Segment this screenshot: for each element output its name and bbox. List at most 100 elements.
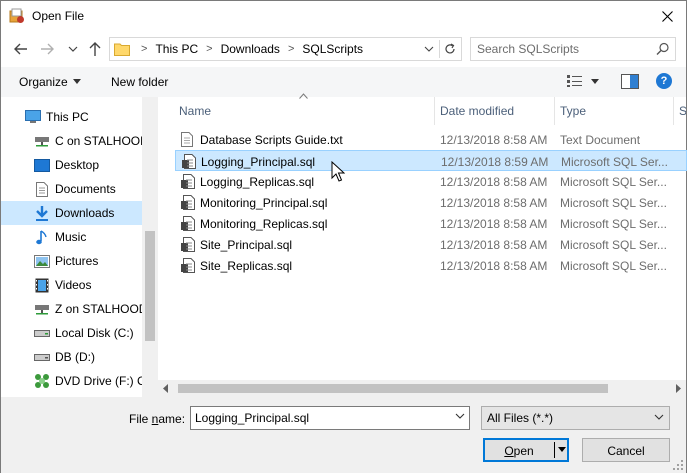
cancel-button[interactable]: Cancel bbox=[582, 438, 670, 462]
column-header-label: Date modified bbox=[440, 104, 515, 118]
organize-button[interactable]: Organize bbox=[19, 75, 68, 89]
column-divider[interactable] bbox=[434, 97, 435, 125]
file-name: Logging_Replicas.sql bbox=[200, 175, 315, 189]
address-history-button[interactable] bbox=[421, 41, 437, 57]
open-accelerator: O bbox=[504, 444, 514, 458]
caret-down-icon[interactable] bbox=[558, 447, 566, 452]
resize-grip-icon[interactable] bbox=[673, 460, 683, 470]
nav-item-db-d[interactable]: DB (D:) bbox=[1, 345, 142, 369]
file-row-logging-replicas[interactable]: Logging_Replicas.sql 12/13/2018 8:58 AM … bbox=[175, 171, 687, 192]
file-name-input[interactable]: Logging_Principal.sql bbox=[195, 411, 309, 425]
column-header-label: Name bbox=[179, 104, 212, 118]
music-icon bbox=[34, 229, 50, 245]
breadcrumb-this-pc[interactable]: This PC bbox=[152, 42, 201, 56]
navigation-pane: This PC C on STALHOOD Desktop Documents … bbox=[1, 97, 157, 397]
search-box[interactable] bbox=[470, 37, 676, 61]
nav-item-documents[interactable]: Documents bbox=[1, 177, 142, 201]
file-row-site-principal[interactable]: Site_Principal.sql 12/13/2018 8:58 AM Mi… bbox=[175, 234, 687, 255]
new-folder-button[interactable]: New folder bbox=[111, 75, 168, 89]
close-button[interactable] bbox=[652, 3, 682, 30]
help-icon[interactable]: ? bbox=[656, 73, 672, 89]
dvd-icon bbox=[34, 373, 50, 389]
scroll-right-icon[interactable] bbox=[676, 384, 681, 393]
file-row-site-replicas[interactable]: Site_Replicas.sql 12/13/2018 8:58 AM Mic… bbox=[175, 255, 687, 276]
breadcrumb-downloads[interactable]: Downloads bbox=[218, 42, 283, 56]
file-type: Text Document bbox=[560, 133, 641, 147]
sql-file-icon bbox=[181, 237, 195, 252]
column-header-type[interactable]: Type bbox=[560, 97, 673, 125]
file-name-label-part: File bbox=[129, 412, 152, 426]
chevron-right-icon[interactable]: > bbox=[136, 43, 152, 55]
nav-item-label: Desktop bbox=[55, 158, 100, 172]
breadcrumb-sqlscripts[interactable]: SQLScripts bbox=[299, 42, 366, 56]
file-name: Monitoring_Replicas.sql bbox=[200, 217, 328, 231]
column-divider[interactable] bbox=[554, 97, 555, 125]
caret-down-icon[interactable] bbox=[591, 79, 599, 84]
cancel-button-label: Cancel bbox=[607, 444, 645, 458]
preview-pane-icon[interactable] bbox=[621, 74, 639, 89]
disk-icon bbox=[34, 325, 50, 341]
file-row-monitoring-principal[interactable]: Monitoring_Principal.sql 12/13/2018 8:58… bbox=[175, 192, 687, 213]
back-button[interactable] bbox=[11, 39, 31, 59]
recent-locations-button[interactable] bbox=[63, 39, 83, 59]
nav-item-z-on-stalhood[interactable]: Z on STALHOOD bbox=[1, 297, 142, 321]
nav-item-label: Pictures bbox=[55, 254, 99, 268]
column-header-size[interactable]: S bbox=[679, 97, 686, 125]
nav-item-music[interactable]: Music bbox=[1, 225, 142, 249]
column-header-label: S bbox=[679, 104, 686, 118]
forward-button[interactable] bbox=[37, 39, 57, 59]
folder-icon bbox=[114, 43, 130, 56]
search-input[interactable] bbox=[477, 42, 647, 56]
open-button[interactable]: Open bbox=[483, 438, 569, 462]
nav-item-desktop[interactable]: Desktop bbox=[1, 153, 142, 177]
chevron-down-icon[interactable] bbox=[455, 413, 465, 419]
caret-down-icon[interactable] bbox=[73, 79, 81, 84]
nav-item-dvd-drive-f[interactable]: DVD Drive (F:) CV bbox=[1, 369, 142, 393]
sql-file-icon bbox=[181, 195, 195, 210]
file-name: Monitoring_Principal.sql bbox=[200, 196, 328, 210]
file-row-database-scripts-guide[interactable]: Database Scripts Guide.txt 12/13/2018 8:… bbox=[175, 129, 687, 150]
refresh-button[interactable] bbox=[439, 40, 459, 58]
horizontal-scroll-thumb[interactable] bbox=[178, 384, 608, 393]
file-row-monitoring-replicas[interactable]: Monitoring_Replicas.sql 12/13/2018 8:58 … bbox=[175, 213, 687, 234]
open-button-label: Open bbox=[484, 444, 554, 458]
column-divider[interactable] bbox=[673, 97, 674, 125]
nav-pane-scrollbar[interactable] bbox=[142, 97, 158, 397]
up-button[interactable] bbox=[85, 39, 105, 59]
open-file-dialog: Open File > This PC > Downloads > SQLScr… bbox=[0, 0, 687, 473]
file-list-horizontal-scrollbar[interactable] bbox=[158, 380, 686, 397]
file-type: Microsoft SQL Ser... bbox=[560, 196, 667, 210]
nav-item-local-disk-c[interactable]: Local Disk (C:) bbox=[1, 321, 142, 345]
column-header-date-modified[interactable]: Date modified bbox=[440, 97, 554, 125]
pictures-icon bbox=[34, 253, 50, 269]
downloads-icon bbox=[34, 205, 50, 221]
address-bar[interactable]: > This PC > Downloads > SQLScripts bbox=[109, 37, 462, 61]
chevron-right-icon[interactable]: > bbox=[283, 43, 299, 55]
scroll-left-icon[interactable] bbox=[163, 384, 168, 393]
nav-item-downloads[interactable]: Downloads bbox=[1, 201, 142, 225]
nav-pane-scroll-thumb[interactable] bbox=[145, 231, 155, 341]
chevron-right-icon[interactable]: > bbox=[201, 43, 217, 55]
file-date: 12/13/2018 8:58 AM bbox=[440, 217, 548, 231]
column-header-name[interactable]: Name bbox=[179, 97, 434, 125]
nav-item-c-on-stalhood[interactable]: C on STALHOOD bbox=[1, 129, 142, 153]
title-bar[interactable]: Open File bbox=[1, 1, 686, 32]
open-button-split bbox=[554, 442, 555, 458]
file-row-logging-principal[interactable]: Logging_Principal.sql 12/13/2018 8:59 AM… bbox=[175, 150, 687, 171]
refresh-icon bbox=[444, 43, 455, 54]
arrow-right-icon bbox=[41, 43, 54, 55]
disk-icon bbox=[34, 349, 50, 365]
file-name-combobox[interactable]: Logging_Principal.sql bbox=[190, 406, 470, 430]
nav-item-pictures[interactable]: Pictures bbox=[1, 249, 142, 273]
nav-item-videos[interactable]: Videos bbox=[1, 273, 142, 297]
nav-item-this-pc[interactable]: This PC bbox=[1, 105, 142, 129]
file-name: Logging_Principal.sql bbox=[201, 155, 316, 169]
computer-icon bbox=[25, 109, 41, 125]
network-drive-icon bbox=[34, 301, 50, 317]
view-options-icon[interactable] bbox=[566, 74, 584, 88]
nav-item-label: Downloads bbox=[55, 206, 115, 220]
file-type-select[interactable]: All Files (*.*) bbox=[481, 406, 670, 430]
search-icon[interactable] bbox=[656, 42, 670, 56]
sql-file-icon bbox=[181, 174, 195, 189]
file-type: Microsoft SQL Ser... bbox=[560, 259, 667, 273]
